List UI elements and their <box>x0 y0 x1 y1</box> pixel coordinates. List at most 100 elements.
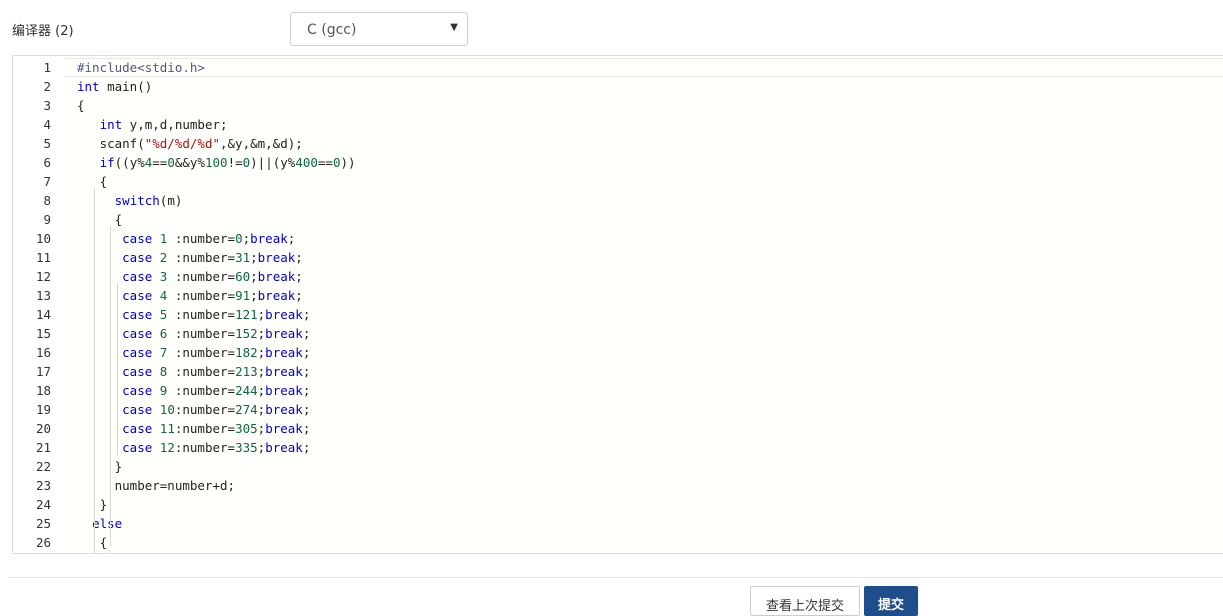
code-token: break <box>265 421 303 436</box>
code-line[interactable]: 26 { <box>13 533 1223 552</box>
code-token: } <box>77 497 108 512</box>
code-line[interactable]: 19 case 10:number=274;break; <box>13 400 1223 419</box>
code-token: 244 <box>235 383 258 398</box>
code-text: } <box>77 457 123 476</box>
line-number: 1 <box>43 60 51 75</box>
code-token: ; <box>250 288 258 303</box>
code-line[interactable]: 13 case 4 :number=91;break; <box>13 286 1223 305</box>
code-token: break <box>250 231 288 246</box>
code-token: :number= <box>174 402 236 417</box>
code-token: break <box>265 440 303 455</box>
code-token: int <box>99 117 123 132</box>
code-text: case 8 :number=213;break; <box>77 362 310 381</box>
line-number: 24 <box>35 497 51 512</box>
code-token: #include<stdio.h> <box>77 60 205 75</box>
code-line[interactable]: 16 case 7 :number=182;break; <box>13 343 1223 362</box>
code-line[interactable]: 15 case 6 :number=152;break; <box>13 324 1223 343</box>
code-line[interactable]: 1 #include<stdio.h> <box>13 58 1223 77</box>
code-token: :number= <box>167 307 236 322</box>
code-token: :number= <box>167 364 236 379</box>
line-number: 11 <box>35 250 51 265</box>
code-line[interactable]: 8 switch(m) <box>13 191 1223 210</box>
code-token: case <box>122 250 153 265</box>
code-line[interactable]: 20 case 11:number=305;break; <box>13 419 1223 438</box>
line-number: 16 <box>35 345 51 360</box>
code-token: 274 <box>235 402 258 417</box>
code-line[interactable]: 5 scanf("%d/%d/%d",&y,&m,&d); <box>13 134 1223 153</box>
code-token: ; <box>302 402 311 417</box>
code-text: { <box>77 533 108 552</box>
code-token: :number= <box>167 269 236 284</box>
code-token: 121 <box>235 307 258 322</box>
indent-guide <box>109 550 110 553</box>
code-line[interactable]: 10 case 1 :number=0;break; <box>13 229 1223 248</box>
compiler-select[interactable]: C (gcc) ▼ <box>290 12 468 46</box>
code-token: ; <box>302 383 311 398</box>
code-line[interactable]: 11 case 2 :number=31;break; <box>13 248 1223 267</box>
code-token: :number= <box>167 326 236 341</box>
code-token: case <box>122 421 153 436</box>
footer-divider <box>8 577 1223 578</box>
code-line[interactable]: 14 case 5 :number=121;break; <box>13 305 1223 324</box>
line-number: 23 <box>35 478 51 493</box>
code-line[interactable]: 24 } <box>13 495 1223 514</box>
code-editor[interactable]: 1 #include<stdio.h> 2 int main() 3{4 int y,m… <box>12 55 1223 554</box>
code-line[interactable]: 17 case 8 :number=213;break; <box>13 362 1223 381</box>
code-token: ; <box>250 269 258 284</box>
code-line[interactable]: 23 number=number+d; <box>13 476 1223 495</box>
line-number: 19 <box>35 402 51 417</box>
code-token: 100 <box>204 155 228 170</box>
code-token: case <box>122 383 153 398</box>
code-token: break <box>265 364 303 379</box>
code-token: number=number+d; <box>77 478 236 493</box>
code-line[interactable]: 22 } <box>13 457 1223 476</box>
code-token: )||(y% <box>250 155 296 170</box>
code-token: != <box>227 155 243 170</box>
code-line[interactable]: 2 int main() <box>13 77 1223 96</box>
code-line[interactable]: 21 case 12:number=335;break; <box>13 438 1223 457</box>
code-token: ,&y,&m,&d); <box>220 136 303 151</box>
code-token: ; <box>302 440 311 455</box>
code-text: switch(m) <box>77 191 183 210</box>
code-line[interactable]: 7 { <box>13 172 1223 191</box>
code-line[interactable]: 3{ <box>13 96 1223 115</box>
line-number: 17 <box>35 364 51 379</box>
code-text: number=number+d; <box>77 476 235 495</box>
code-line[interactable]: 18 case 9 :number=244;break; <box>13 381 1223 400</box>
code-token: ; <box>242 231 251 246</box>
line-number: 6 <box>43 155 51 170</box>
code-token: if <box>99 155 115 170</box>
line-number: 21 <box>35 440 51 455</box>
code-token: break <box>265 402 303 417</box>
view-last-submission-button[interactable]: 查看上次提交 <box>750 586 860 616</box>
code-token: 91 <box>235 288 251 303</box>
code-token: break <box>265 383 303 398</box>
code-line[interactable]: 12 case 3 :number=60;break; <box>13 267 1223 286</box>
submit-button[interactable]: 提交 <box>864 586 918 616</box>
code-token: :number= <box>167 345 236 360</box>
code-text: } <box>77 495 108 514</box>
code-token: ((y% <box>114 155 145 170</box>
line-number: 14 <box>35 307 51 322</box>
code-text: case 6 :number=152;break; <box>77 324 310 343</box>
code-line[interactable]: 9 { <box>13 210 1223 229</box>
code-line[interactable]: 6 if((y%4==0&&y%100!=0)||(y%400==0)) <box>13 153 1223 172</box>
code-line[interactable]: 4 int y,m,d,number; <box>13 115 1223 134</box>
code-line[interactable]: 25 else <box>13 514 1223 533</box>
compiler-label: 编译器 (2) <box>12 24 74 39</box>
code-token: == <box>317 155 333 170</box>
code-token: 213 <box>235 364 258 379</box>
code-token: break <box>257 288 296 303</box>
